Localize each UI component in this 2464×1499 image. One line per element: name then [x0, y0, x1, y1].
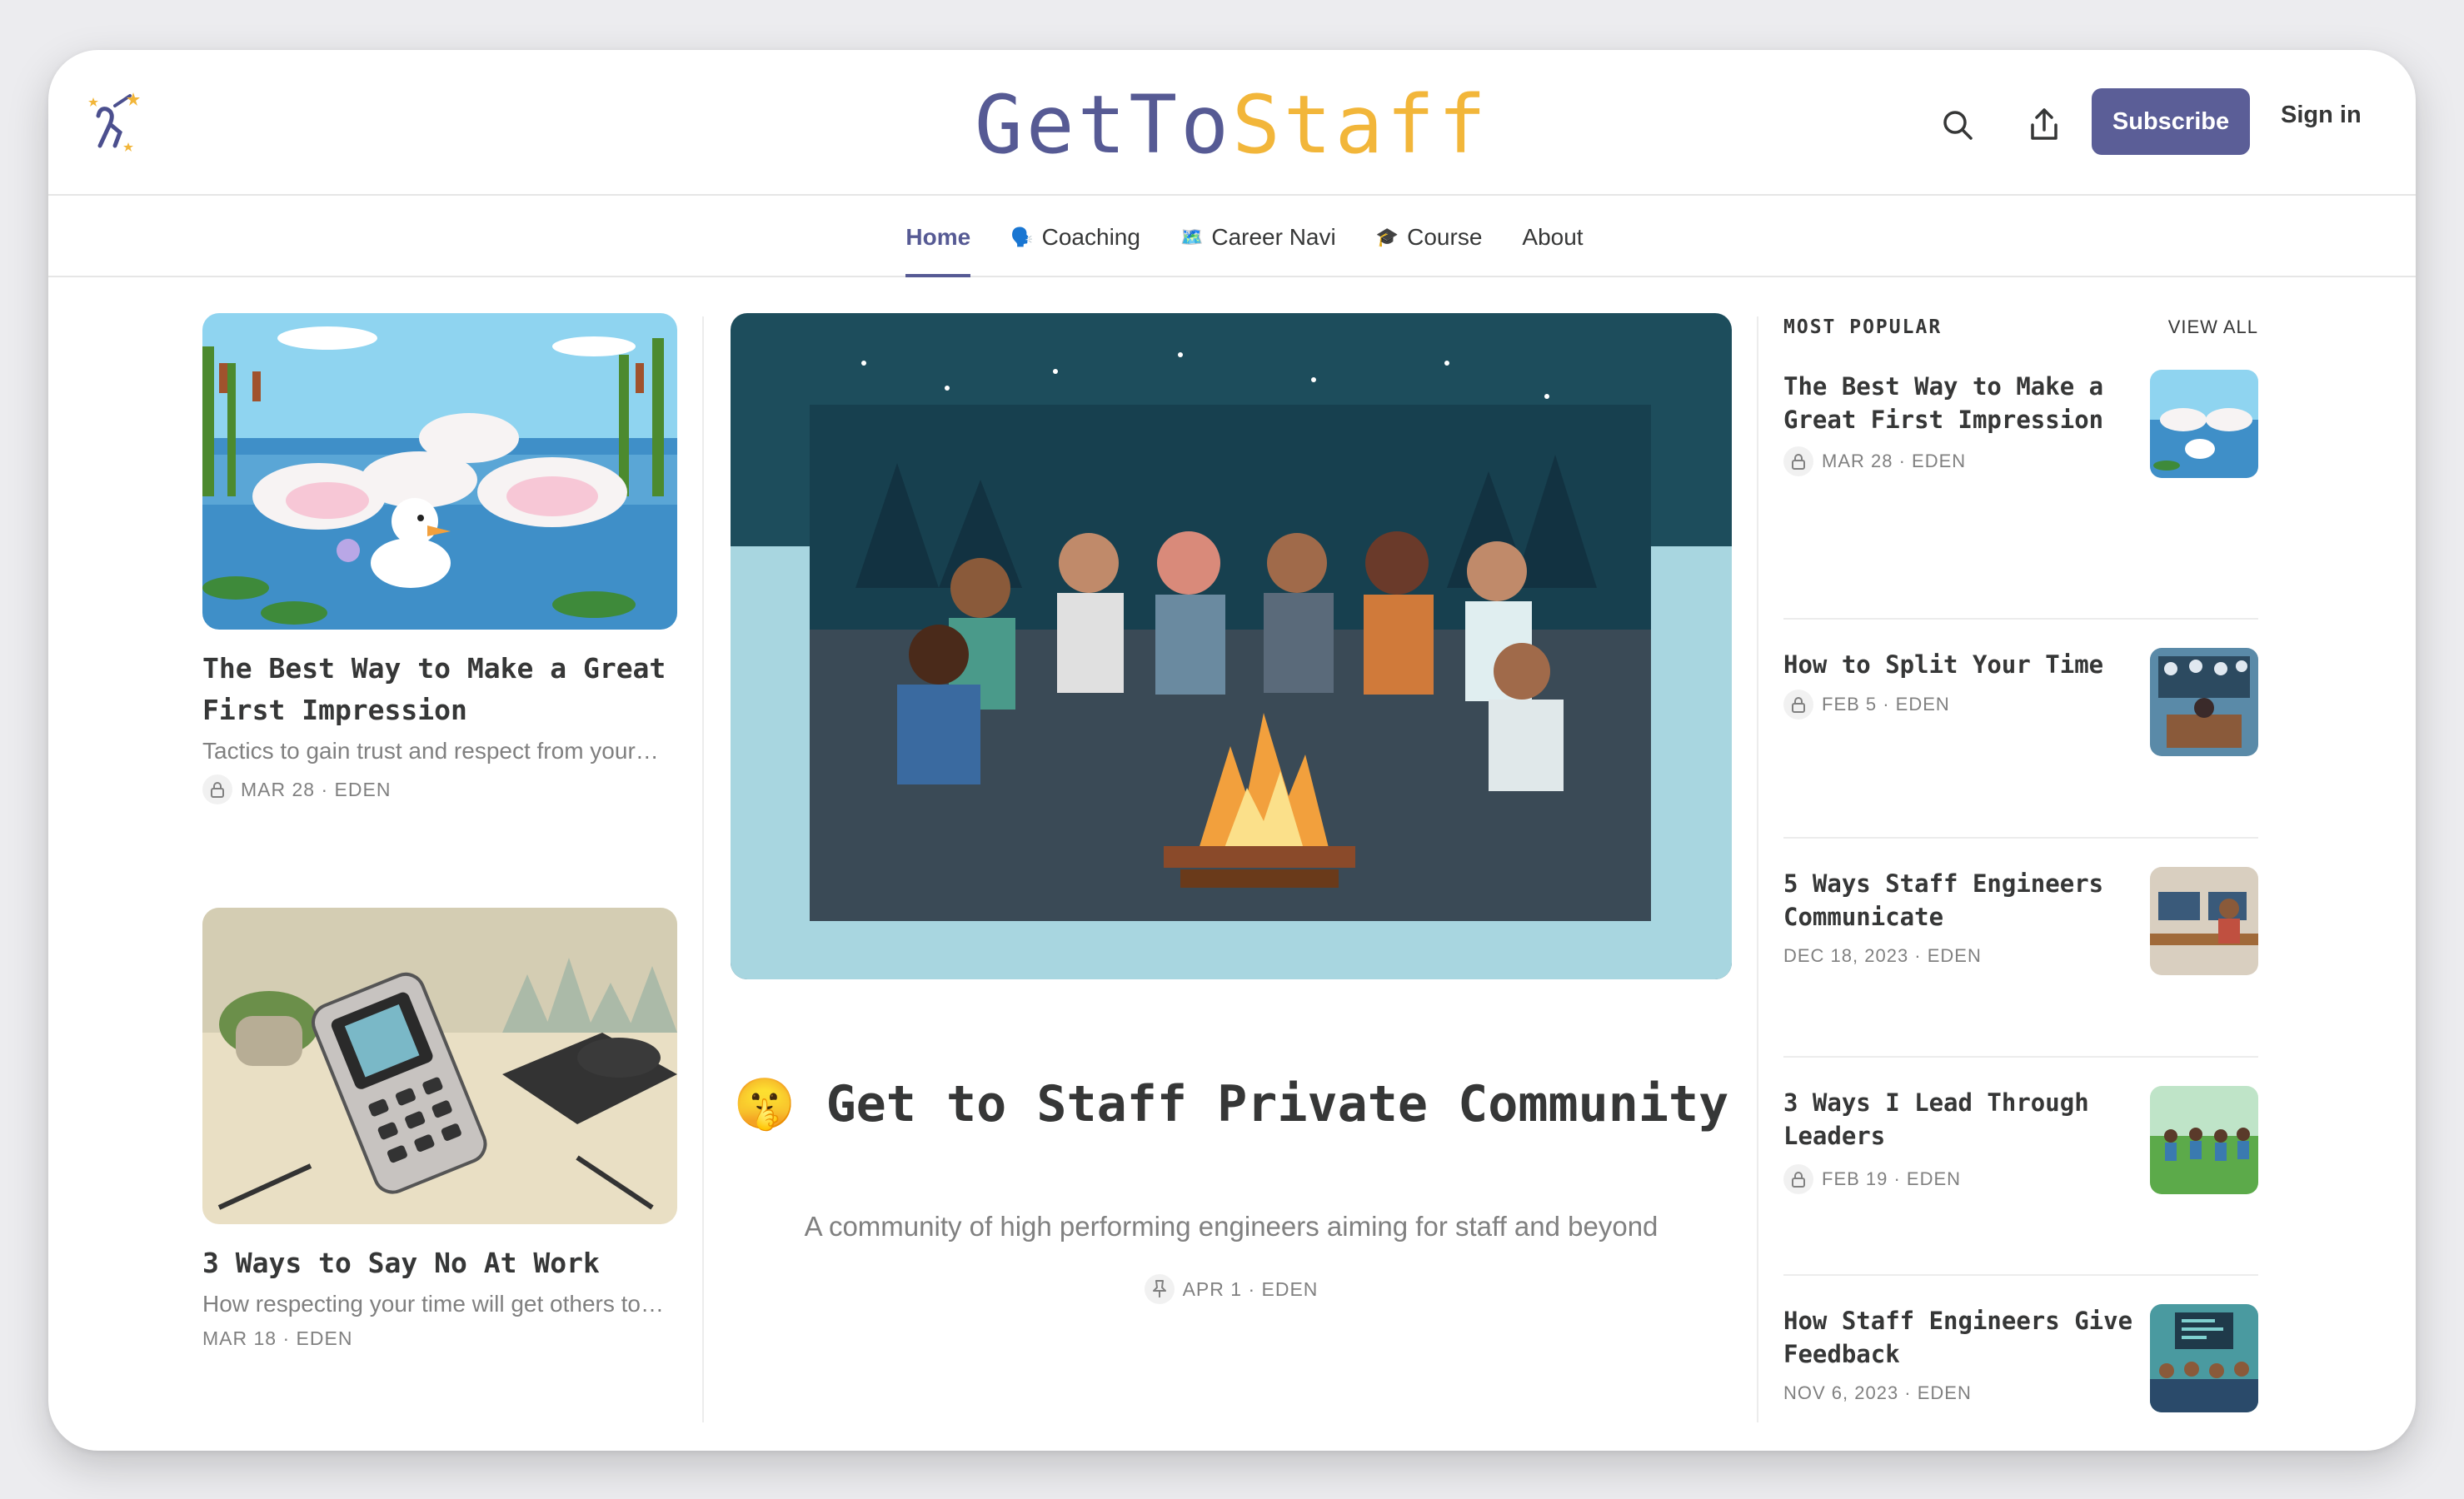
- nav-career-navi[interactable]: 🗺️ Career Navi: [1180, 197, 1336, 277]
- nav-home-label: Home: [905, 224, 971, 250]
- post-thumbnail-phone[interactable]: [202, 908, 677, 1224]
- map-icon: 🗺️: [1180, 227, 1204, 247]
- site-title-part1: GetTo: [975, 78, 1232, 172]
- popular-item-date-author: FEB 5 · EDEN: [1822, 694, 1950, 715]
- popular-item-meta: FEB 5 · EDEN: [1783, 690, 1950, 720]
- nav-coaching[interactable]: 🗣️ Coaching: [1010, 197, 1140, 277]
- popular-item-title[interactable]: The Best Way to Make a Great First Impre…: [1783, 370, 2133, 436]
- shushing-face-icon: 🤫: [733, 1075, 796, 1133]
- nav-career-navi-label: Career Navi: [1211, 224, 1336, 250]
- sign-in-link[interactable]: Sign in: [2281, 102, 2362, 129]
- popular-item-date-author: FEB 19 · EDEN: [1822, 1168, 1962, 1189]
- main-nav: Home 🗣️ Coaching 🗺️ Career Navi 🎓 Course…: [48, 197, 2416, 277]
- popular-item-meta: FEB 19 · EDEN: [1783, 1164, 1961, 1194]
- post-subtitle: Tactics to gain trust and respect from y…: [202, 738, 659, 764]
- post-card[interactable]: The Best Way to Make a Great First Impre…: [202, 313, 677, 804]
- lock-icon: [1783, 1164, 1813, 1194]
- popular-item-title[interactable]: 3 Ways I Lead Through Leaders: [1783, 1086, 2133, 1153]
- site-header: GetToStaff Subscribe Sign in: [48, 50, 2416, 196]
- post-card[interactable]: 3 Ways to Say No At Work How respecting …: [202, 908, 677, 1350]
- nav-coaching-label: Coaching: [1041, 224, 1140, 250]
- featured-subtitle: A community of high performing engineers…: [804, 1211, 1658, 1242]
- browser-window: GetToStaff Subscribe Sign in Home 🗣️ Coa…: [48, 50, 2416, 1451]
- most-popular-header: MOST POPULAR VIEW ALL: [1783, 316, 2258, 350]
- popular-item-thumbnail[interactable]: [2150, 370, 2258, 478]
- nav-home[interactable]: Home: [905, 197, 970, 277]
- featured-title[interactable]: 🤫 Get to Staff Private Community: [731, 1074, 1732, 1134]
- popular-item-title[interactable]: 5 Ways Staff Engineers Communicate: [1783, 867, 2133, 934]
- post-meta: MAR 18 · EDEN: [202, 1327, 677, 1350]
- view-all-link[interactable]: VIEW ALL: [2168, 316, 2258, 338]
- popular-item-thumbnail[interactable]: [2150, 867, 2258, 975]
- most-popular-label: MOST POPULAR: [1783, 316, 1943, 338]
- post-thumbnail-swans[interactable]: [202, 313, 677, 630]
- post-date-author: MAR 28 · EDEN: [241, 778, 392, 800]
- popular-item[interactable]: How to Split Your Time FEB 5 · EDEN: [1783, 618, 2258, 836]
- site-title-part2: Staff: [1232, 78, 1489, 172]
- popular-item-date-author: DEC 18, 2023 · EDEN: [1783, 945, 1982, 966]
- popular-item[interactable]: 5 Ways Staff Engineers Communicate DEC 1…: [1783, 837, 2258, 1055]
- popular-item-title[interactable]: How Staff Engineers Give Feedback: [1783, 1304, 2133, 1371]
- nav-course-label: Course: [1407, 224, 1483, 250]
- popular-item-thumbnail[interactable]: [2150, 648, 2258, 756]
- share-icon[interactable]: [2019, 100, 2069, 150]
- popular-item[interactable]: How Staff Engineers Give Feedback NOV 6,…: [1783, 1274, 2258, 1424]
- post-subtitle: How respecting your time will get others…: [202, 1291, 664, 1317]
- featured-title-text: Get to Staff Private Community: [825, 1075, 1729, 1133]
- search-icon[interactable]: [1933, 100, 1983, 150]
- lock-icon: [1783, 690, 1813, 720]
- column-divider: [1757, 316, 1758, 1422]
- popular-item[interactable]: The Best Way to Make a Great First Impre…: [1783, 370, 2258, 588]
- pin-icon: [1144, 1274, 1175, 1304]
- featured-date-author: APR 1 · EDEN: [1182, 1277, 1319, 1300]
- nav-about[interactable]: About: [1522, 197, 1583, 277]
- popular-item-thumbnail[interactable]: [2150, 1086, 2258, 1194]
- featured-meta: APR 1 · EDEN: [731, 1274, 1732, 1304]
- subscribe-button[interactable]: Subscribe: [2092, 88, 2250, 155]
- column-divider: [702, 316, 704, 1422]
- featured-image[interactable]: [731, 313, 1732, 979]
- post-title[interactable]: The Best Way to Make a Great First Impre…: [202, 648, 677, 731]
- post-title[interactable]: 3 Ways to Say No At Work: [202, 1243, 677, 1284]
- popular-item[interactable]: 3 Ways I Lead Through Leaders FEB 19 · E…: [1783, 1056, 2258, 1274]
- post-date-author: MAR 18 · EDEN: [202, 1327, 353, 1349]
- popular-item-meta: MAR 28 · EDEN: [1783, 446, 1966, 476]
- post-meta: MAR 28 · EDEN: [202, 774, 677, 804]
- popular-item-date-author: NOV 6, 2023 · EDEN: [1783, 1382, 1972, 1403]
- popular-item-meta: DEC 18, 2023 · EDEN: [1783, 945, 1982, 967]
- lock-icon: [1783, 446, 1813, 476]
- graduation-cap-icon: 🎓: [1375, 227, 1399, 247]
- popular-item-thumbnail[interactable]: [2150, 1304, 2258, 1412]
- nav-about-label: About: [1522, 224, 1584, 250]
- lock-icon: [202, 774, 232, 804]
- popular-item-meta: NOV 6, 2023 · EDEN: [1783, 1382, 1972, 1404]
- nav-course[interactable]: 🎓 Course: [1376, 197, 1483, 277]
- speaking-head-icon: 🗣️: [1010, 227, 1034, 247]
- popular-item-title[interactable]: How to Split Your Time: [1783, 648, 2133, 681]
- popular-item-date-author: MAR 28 · EDEN: [1822, 451, 1967, 471]
